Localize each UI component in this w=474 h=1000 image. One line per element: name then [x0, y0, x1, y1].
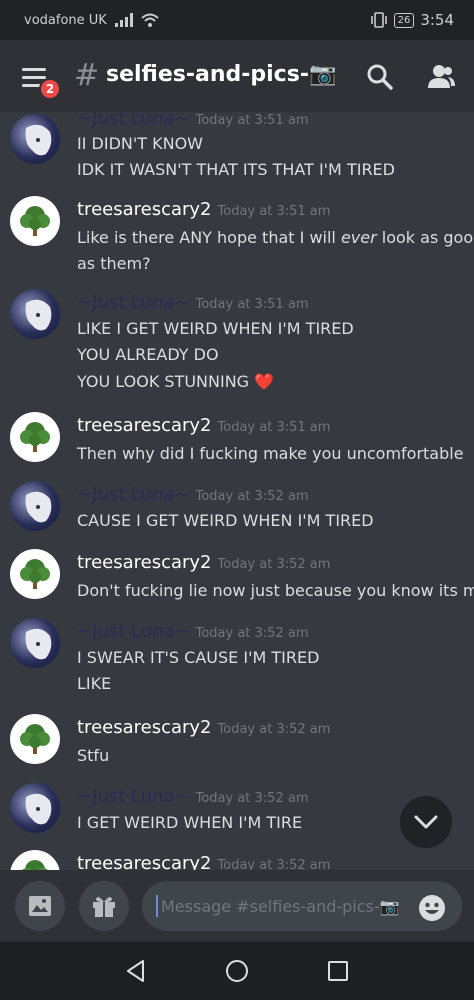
recents-nav-icon[interactable] [325, 958, 351, 984]
emoji-icon[interactable] [418, 894, 446, 922]
message-line: II DIDN'T KNOW [77, 134, 203, 153]
battery-level: 26 [393, 12, 415, 28]
signal-icon [114, 13, 133, 27]
jump-to-present-button[interactable] [400, 796, 452, 848]
avatar[interactable] [10, 714, 60, 764]
message-line: LIKE [77, 674, 112, 693]
heart-emoji: ❤️ [254, 372, 275, 391]
author-name[interactable]: treesarescary2 [77, 415, 212, 436]
message-line: I SWEAR IT'S CAUSE I'M TIRED [77, 648, 320, 667]
author-name[interactable]: treesarescary2 [77, 853, 212, 870]
avatar[interactable] [10, 289, 60, 339]
avatar[interactable] [10, 412, 60, 462]
avatar[interactable] [10, 850, 60, 870]
author-name[interactable]: ~Just Luna~ [77, 484, 190, 505]
timestamp: Today at 3:51 am [217, 420, 331, 435]
image-icon [29, 896, 51, 916]
avatar[interactable] [10, 783, 60, 833]
author-name[interactable]: ~Just Luna~ [77, 292, 190, 313]
message-line: Then why did I fucking make you uncomfor… [77, 444, 464, 463]
timestamp: Today at 3:51 am [217, 204, 331, 219]
carrier-label: vodafone UK [24, 12, 107, 28]
system-nav-bar [0, 942, 474, 1000]
clock: 3:54 [420, 11, 454, 29]
message-line: as them? [77, 254, 151, 273]
timestamp: Today at 3:51 am [195, 113, 309, 128]
timestamp: Today at 3:52 am [195, 626, 309, 641]
channel-hash: # [74, 58, 100, 93]
message-list[interactable]: ~Just Luna~ Today at 3:51 am II DIDN'T KN… [0, 112, 474, 870]
message-line: LIKE I GET WEIRD WHEN I'M TIRED [77, 319, 354, 338]
message-line: YOU LOOK STUNNING ❤️ [77, 372, 275, 391]
members-icon[interactable] [426, 62, 456, 92]
avatar[interactable] [10, 196, 60, 246]
channel-title: selfies-and-pics-📷 [106, 62, 337, 87]
message-composer: Message #selfies-and-pics-📷 [0, 870, 474, 942]
attach-image-button[interactable] [15, 881, 65, 931]
message-input[interactable]: Message #selfies-and-pics-📷 [142, 881, 462, 931]
message-line: CAUSE I GET WEIRD WHEN I'M TIRED [77, 511, 374, 530]
status-bar: vodafone UK 26 3:54 [0, 0, 474, 40]
chevron-down-icon [414, 815, 438, 829]
vibrate-icon [370, 12, 387, 28]
message-line: I GET WEIRD WHEN I'M TIRE [77, 813, 303, 832]
author-name[interactable]: treesarescary2 [77, 552, 212, 573]
gift-button[interactable] [79, 881, 129, 931]
timestamp: Today at 3:52 am [195, 489, 309, 504]
avatar[interactable] [10, 618, 60, 668]
avatar[interactable] [10, 481, 60, 531]
notification-badge: 2 [39, 78, 61, 100]
wifi-icon [141, 13, 159, 27]
back-nav-icon[interactable] [123, 958, 149, 984]
message-input-placeholder: Message #selfies-and-pics-📷 [161, 896, 400, 916]
author-name[interactable]: treesarescary2 [77, 199, 212, 220]
author-name[interactable]: treesarescary2 [77, 717, 212, 738]
avatar[interactable] [10, 549, 60, 599]
author-name[interactable]: ~Just Luna~ [77, 786, 190, 807]
message-line: IDK IT WASN'T THAT ITS THAT I'M TIRED [77, 160, 395, 179]
author-name[interactable]: ~Just Luna~ [77, 621, 190, 642]
timestamp: Today at 3:51 am [195, 297, 309, 312]
avatar[interactable] [10, 114, 60, 164]
search-icon[interactable] [365, 62, 395, 92]
message-line: Don't fucking lie now just because you k… [77, 581, 474, 600]
message-line: YOU ALREADY DO [77, 345, 219, 364]
timestamp: Today at 3:52 am [217, 557, 331, 572]
message-line: Like is there ANY hope that I will ever … [77, 228, 474, 247]
timestamp: Today at 3:52 am [217, 722, 331, 737]
gift-icon [93, 897, 115, 917]
timestamp: Today at 3:52 am [195, 791, 309, 806]
timestamp: Today at 3:52 am [217, 858, 331, 870]
home-nav-icon[interactable] [224, 958, 250, 984]
message-line: Stfu [77, 746, 110, 765]
author-name[interactable]: ~Just Luna~ [77, 112, 190, 129]
